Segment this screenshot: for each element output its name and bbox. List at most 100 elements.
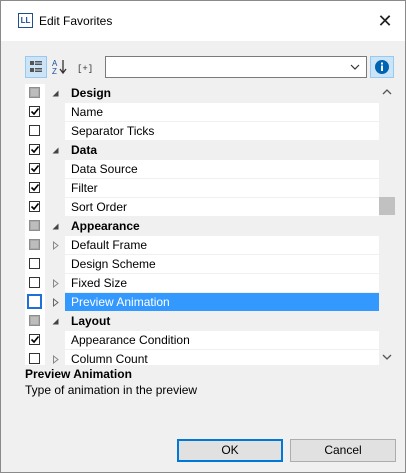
property-row[interactable]: Column Count xyxy=(25,350,379,365)
indent-gutter xyxy=(45,331,65,350)
title-bar: LL Edit Favorites ✕ xyxy=(1,1,405,41)
category-row[interactable]: Layout xyxy=(25,312,379,331)
collapsed-triangle-icon[interactable] xyxy=(51,355,60,364)
checkbox-cell xyxy=(25,293,45,312)
property-row[interactable]: Name xyxy=(25,103,379,122)
expanded-triangle-icon[interactable] xyxy=(51,146,60,155)
chevron-up-icon xyxy=(382,89,392,95)
property-label: Preview Animation xyxy=(71,295,170,309)
favorite-checkbox[interactable] xyxy=(29,163,40,174)
check-icon xyxy=(30,335,40,344)
indent-gutter xyxy=(45,198,65,217)
favorite-checkbox[interactable] xyxy=(29,125,40,136)
property-row[interactable]: Default Frame xyxy=(25,236,379,255)
alphabetical-sort-button[interactable]: A Z xyxy=(49,56,71,78)
favorite-checkbox[interactable] xyxy=(29,277,40,288)
indent-gutter xyxy=(45,160,65,179)
favorite-checkbox[interactable] xyxy=(29,353,40,364)
property-label: Name xyxy=(71,105,104,119)
checkbox-cell xyxy=(25,350,45,365)
indent-gutter xyxy=(45,255,65,274)
indent-gutter xyxy=(45,122,65,141)
category-label: Design xyxy=(71,86,112,100)
property-row[interactable]: Design Scheme xyxy=(25,255,379,274)
svg-text:[+]: [+] xyxy=(77,64,93,74)
checkbox-cell xyxy=(25,236,45,255)
expanded-triangle-icon[interactable] xyxy=(51,222,60,231)
favorites-bracket-icon: [+] xyxy=(77,64,93,74)
sort-az-icon: A Z xyxy=(52,59,67,76)
checkbox-cell xyxy=(25,312,45,331)
favorite-checkbox[interactable] xyxy=(29,258,40,269)
property-row[interactable]: Appearance Condition xyxy=(25,331,379,350)
category-row[interactable]: Design xyxy=(25,84,379,103)
category-label: Layout xyxy=(71,314,111,328)
favorite-checkbox[interactable] xyxy=(29,239,40,250)
cancel-button[interactable]: Cancel xyxy=(290,439,396,462)
checkbox-cell xyxy=(25,141,45,160)
scroll-down-button[interactable] xyxy=(379,348,395,365)
favorite-checkbox[interactable] xyxy=(29,315,40,326)
checkbox-cell xyxy=(25,255,45,274)
scroll-up-button[interactable] xyxy=(379,84,395,101)
ok-button[interactable]: OK xyxy=(177,439,283,462)
collapsed-triangle-icon[interactable] xyxy=(51,279,60,288)
favorite-checkbox[interactable] xyxy=(29,182,40,193)
scrollbar-thumb[interactable] xyxy=(379,197,395,215)
favorite-checkbox[interactable] xyxy=(29,201,40,212)
checkbox-cell xyxy=(25,84,45,103)
check-icon xyxy=(30,164,40,173)
indent-gutter xyxy=(45,179,65,198)
app-icon: LL xyxy=(18,13,33,28)
favorite-checkbox[interactable] xyxy=(29,220,40,231)
close-icon[interactable]: ✕ xyxy=(365,1,405,41)
property-row[interactable]: Filter xyxy=(25,179,379,198)
description-text: Type of animation in the preview xyxy=(25,383,198,397)
property-label: Fixed Size xyxy=(71,276,128,290)
favorite-checkbox[interactable] xyxy=(29,106,40,117)
property-row[interactable]: Data Source xyxy=(25,160,379,179)
expanded-triangle-icon[interactable] xyxy=(51,317,60,326)
category-label: Data xyxy=(71,143,98,157)
favorite-checkbox[interactable] xyxy=(29,87,40,98)
category-row[interactable]: Appearance xyxy=(25,217,379,236)
property-row[interactable]: Sort Order xyxy=(25,198,379,217)
expanded-triangle-icon[interactable] xyxy=(51,89,60,98)
categorized-view-button[interactable] xyxy=(25,56,47,78)
chevron-down-icon xyxy=(382,354,392,360)
category-label: Appearance xyxy=(71,219,140,233)
checkbox-cell xyxy=(25,122,45,141)
checkbox-cell xyxy=(25,274,45,293)
info-button[interactable] xyxy=(370,56,394,78)
categorized-icon xyxy=(30,61,42,72)
check-icon xyxy=(30,107,40,116)
favorite-checkbox[interactable] xyxy=(29,334,40,345)
check-icon xyxy=(30,202,40,211)
checkbox-cell xyxy=(25,103,45,122)
property-label: Design Scheme xyxy=(71,257,156,271)
checkbox-cell xyxy=(25,160,45,179)
favorites-filter-combobox[interactable] xyxy=(105,56,367,78)
info-icon xyxy=(375,60,389,74)
property-label: Default Frame xyxy=(71,238,148,252)
favorites-button[interactable]: [+] xyxy=(75,56,101,78)
property-label: Appearance Condition xyxy=(71,333,190,347)
description-title: Preview Animation xyxy=(25,367,132,381)
chevron-down-icon[interactable] xyxy=(350,61,360,73)
property-row[interactable]: Separator Ticks xyxy=(25,122,379,141)
favorite-checkbox[interactable] xyxy=(29,144,40,155)
collapsed-triangle-icon[interactable] xyxy=(51,298,60,307)
vertical-scrollbar[interactable] xyxy=(379,84,395,365)
checkbox-cell xyxy=(25,217,45,236)
property-row[interactable]: Fixed Size xyxy=(25,274,379,293)
property-grid: Design Name Separator Ticks Data Data Source… xyxy=(25,84,395,365)
category-row[interactable]: Data xyxy=(25,141,379,160)
property-row[interactable]: Preview Animation xyxy=(25,293,379,312)
edit-favorites-dialog: LL Edit Favorites ✕ A Z [+] Design Name … xyxy=(0,0,406,473)
window-title: Edit Favorites xyxy=(39,14,113,28)
check-icon xyxy=(30,183,40,192)
collapsed-triangle-icon[interactable] xyxy=(51,241,60,250)
svg-text:Z: Z xyxy=(52,67,57,76)
favorite-checkbox[interactable] xyxy=(27,294,42,309)
property-label: Separator Ticks xyxy=(71,124,155,138)
